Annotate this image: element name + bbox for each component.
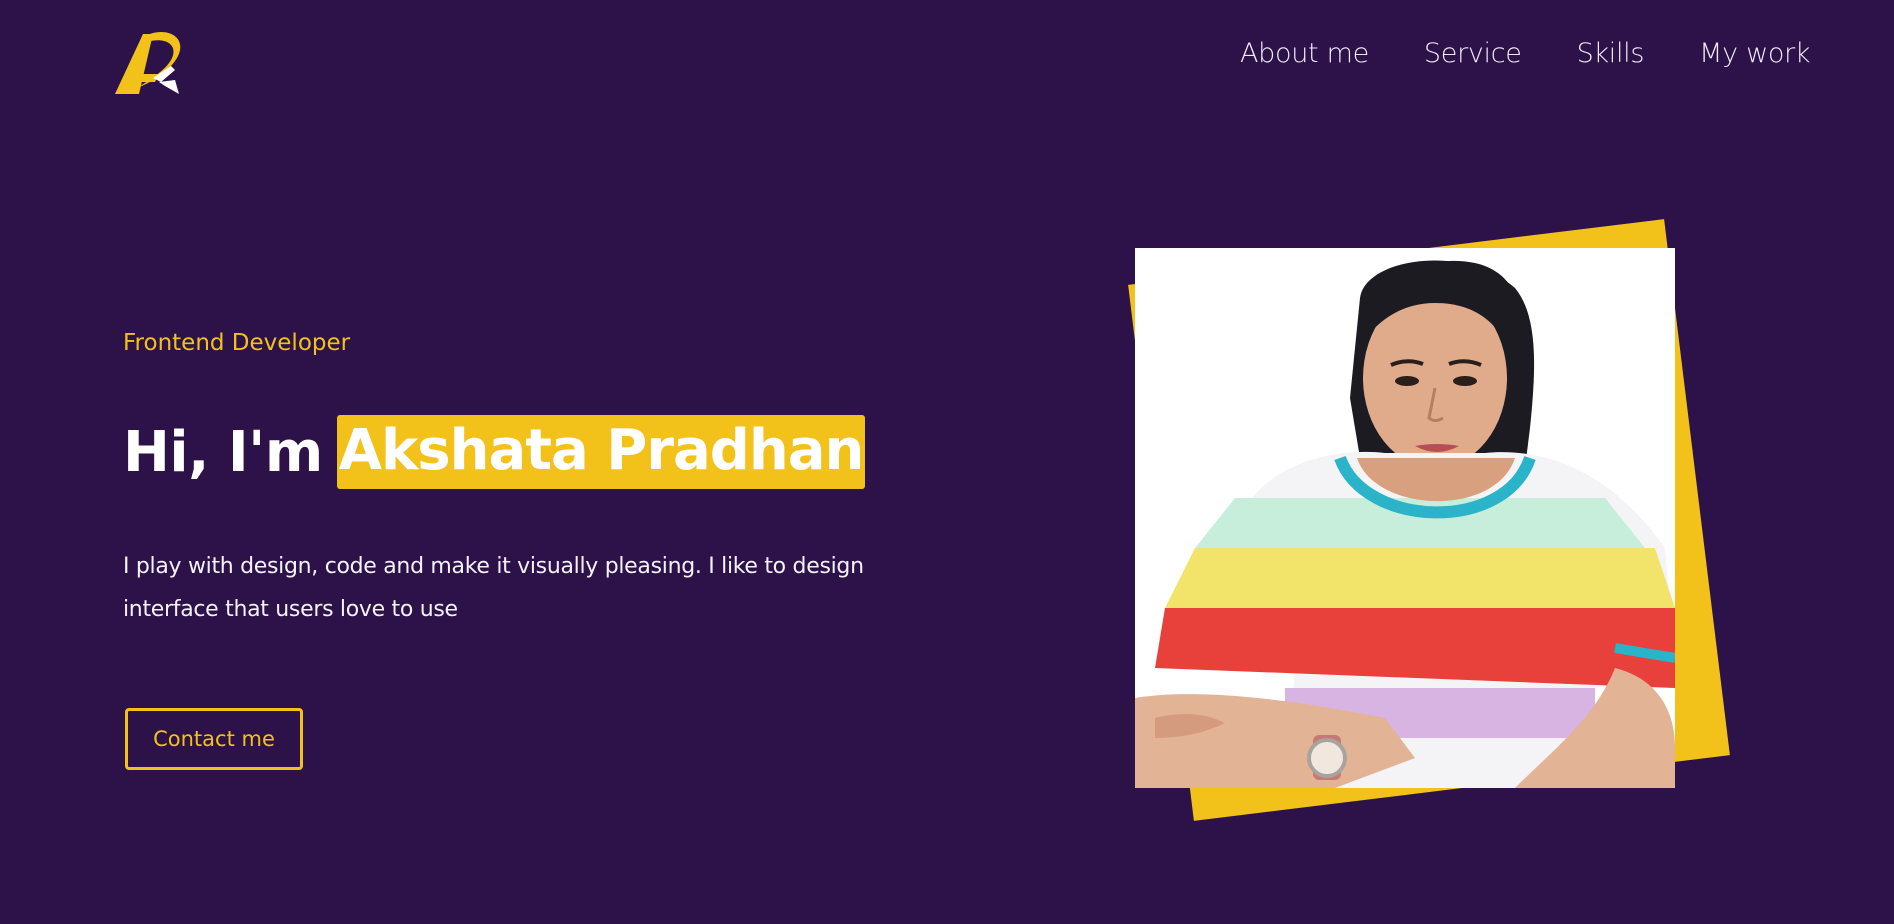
nav-service[interactable]: Service xyxy=(1424,38,1522,69)
profile-photo xyxy=(1135,248,1675,788)
contact-me-button[interactable]: Contact me xyxy=(125,708,303,770)
hero-role: Frontend Developer xyxy=(123,330,351,356)
hero-greeting: Hi, I'm xyxy=(123,419,323,485)
nav-skills[interactable]: Skills xyxy=(1577,38,1645,69)
hero-headline: Hi, I'm Akshata Pradhan xyxy=(123,412,866,492)
hero-bio: I play with design, code and make it vis… xyxy=(123,554,864,622)
profile-photo-frame xyxy=(1128,219,1730,821)
nav-about-me[interactable]: About me xyxy=(1240,38,1369,69)
portfolio-page: About me Service Skills My work Frontend… xyxy=(0,0,1894,924)
person-portrait-icon xyxy=(1135,248,1675,788)
main-nav: About me Service Skills My work xyxy=(1240,38,1811,69)
ak-logo-icon[interactable] xyxy=(113,26,193,96)
nav-my-work[interactable]: My work xyxy=(1699,38,1810,69)
hero-name-highlight: Akshata Pradhan xyxy=(336,415,866,489)
